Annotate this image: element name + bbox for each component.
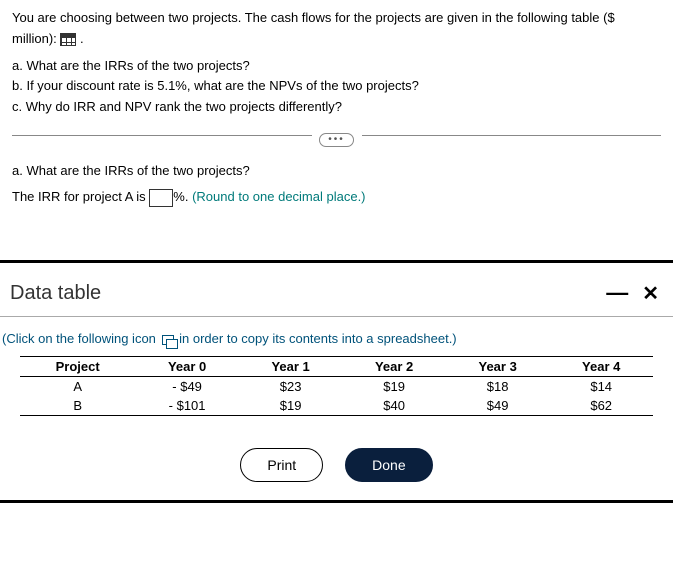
answer-line: The IRR for project A is %. (Round to on… bbox=[12, 184, 661, 210]
table-cell: $23 bbox=[239, 376, 343, 396]
table-header: Year 3 bbox=[446, 356, 550, 376]
answer-after: %. bbox=[173, 189, 192, 204]
answer-before: The IRR for project A is bbox=[12, 189, 149, 204]
ellipsis-icon[interactable]: ••• bbox=[319, 133, 354, 147]
table-row: A - $49 $23 $19 $18 $14 bbox=[20, 376, 653, 396]
table-cell: B bbox=[20, 396, 135, 416]
table-header: Year 0 bbox=[135, 356, 239, 376]
cashflow-table: Project Year 0 Year 1 Year 2 Year 3 Year… bbox=[20, 356, 653, 416]
section-divider: ••• bbox=[12, 130, 661, 140]
done-button[interactable]: Done bbox=[345, 448, 432, 482]
panel-body: (Click on the following icon in order to… bbox=[0, 316, 673, 503]
intro-text: You are choosing between two projects. T… bbox=[12, 8, 661, 50]
click-before: (Click on the following icon bbox=[2, 331, 160, 346]
answer-hint: (Round to one decimal place.) bbox=[192, 189, 365, 204]
panel-title: Data table bbox=[10, 282, 101, 305]
button-row: Print Done bbox=[0, 448, 673, 482]
question-c: c. Why do IRR and NPV rank the two proje… bbox=[12, 97, 661, 118]
table-cell: A bbox=[20, 376, 135, 396]
table-cell: - $49 bbox=[135, 376, 239, 396]
irr-input[interactable] bbox=[149, 189, 173, 207]
table-row: B - $101 $19 $40 $49 $62 bbox=[20, 396, 653, 416]
question-a: a. What are the IRRs of the two projects… bbox=[12, 56, 661, 77]
answer-heading: a. What are the IRRs of the two projects… bbox=[12, 158, 661, 184]
question-section: You are choosing between two projects. T… bbox=[0, 0, 673, 210]
question-list: a. What are the IRRs of the two projects… bbox=[12, 56, 661, 118]
table-cell: $49 bbox=[446, 396, 550, 416]
table-cell: - $101 bbox=[135, 396, 239, 416]
bottom-rule bbox=[0, 500, 673, 503]
click-after: in order to copy its contents into a spr… bbox=[176, 331, 457, 346]
close-icon[interactable]: ✕ bbox=[642, 281, 659, 306]
answer-block: a. What are the IRRs of the two projects… bbox=[12, 158, 661, 210]
question-b: b. If your discount rate is 5.1%, what a… bbox=[12, 76, 661, 97]
panel-header: Data table — ✕ bbox=[0, 263, 673, 316]
panel-controls: — ✕ bbox=[606, 281, 659, 306]
table-header-row: Project Year 0 Year 1 Year 2 Year 3 Year… bbox=[20, 356, 653, 376]
table-cell: $14 bbox=[549, 376, 653, 396]
minimize-icon[interactable]: — bbox=[606, 288, 628, 298]
table-header: Year 2 bbox=[342, 356, 446, 376]
table-header: Project bbox=[20, 356, 135, 376]
print-button[interactable]: Print bbox=[240, 448, 323, 482]
table-header: Year 4 bbox=[549, 356, 653, 376]
table-cell: $19 bbox=[239, 396, 343, 416]
copy-instruction: (Click on the following icon in order to… bbox=[0, 331, 673, 356]
data-table-panel: Data table — ✕ (Click on the following i… bbox=[0, 260, 673, 503]
intro-after: . bbox=[76, 31, 83, 46]
table-icon[interactable] bbox=[60, 33, 76, 46]
table-cell: $40 bbox=[342, 396, 446, 416]
table-cell: $19 bbox=[342, 376, 446, 396]
table-header: Year 1 bbox=[239, 356, 343, 376]
table-cell: $18 bbox=[446, 376, 550, 396]
intro-before: You are choosing between two projects. T… bbox=[12, 10, 615, 46]
copy-icon[interactable] bbox=[162, 335, 174, 345]
table-cell: $62 bbox=[549, 396, 653, 416]
